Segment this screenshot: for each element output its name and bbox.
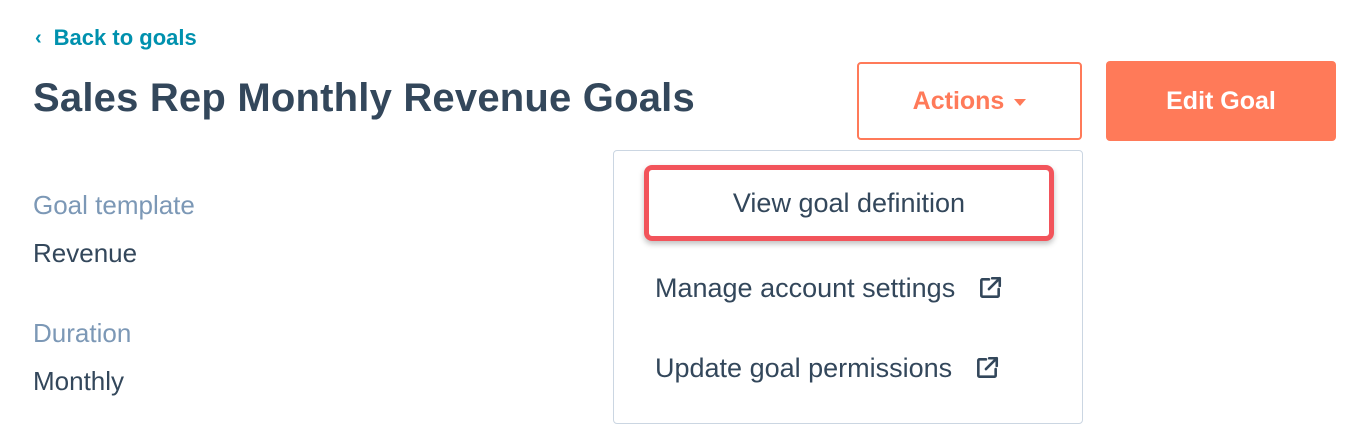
menu-item-view-goal-definition[interactable]: View goal definition [644,165,1054,241]
menu-item-manage-account-settings[interactable]: Manage account settings [614,263,1082,313]
goal-template-label: Goal template [33,190,195,220]
menu-item-label: View goal definition [732,187,966,218]
back-link-label: Back to goals [53,25,197,50]
menu-item-label: Update goal permissions [655,352,953,383]
external-link-icon [980,276,1002,298]
goal-template-value: Revenue [33,238,138,268]
actions-button-label: Actions [912,86,1005,115]
edit-goal-button[interactable]: Edit Goal [1106,61,1336,141]
duration-value: Monthly [33,366,125,396]
external-link-icon [977,356,999,378]
actions-dropdown-button[interactable]: Actions [857,62,1082,140]
menu-item-update-goal-permissions[interactable]: Update goal permissions [614,343,1082,393]
duration-label: Duration [33,318,132,348]
chevron-left-icon: ‹ [35,27,42,49]
actions-dropdown-menu: View goal definition Manage account sett… [613,150,1083,424]
goal-detail-page: ‹ Back to goals Sales Rep Monthly Revenu… [0,0,1348,444]
page-title: Sales Rep Monthly Revenue Goals [33,76,695,120]
caret-down-icon [1014,98,1027,106]
menu-item-label: Manage account settings [655,272,956,303]
back-to-goals-link[interactable]: ‹ Back to goals [35,25,197,51]
